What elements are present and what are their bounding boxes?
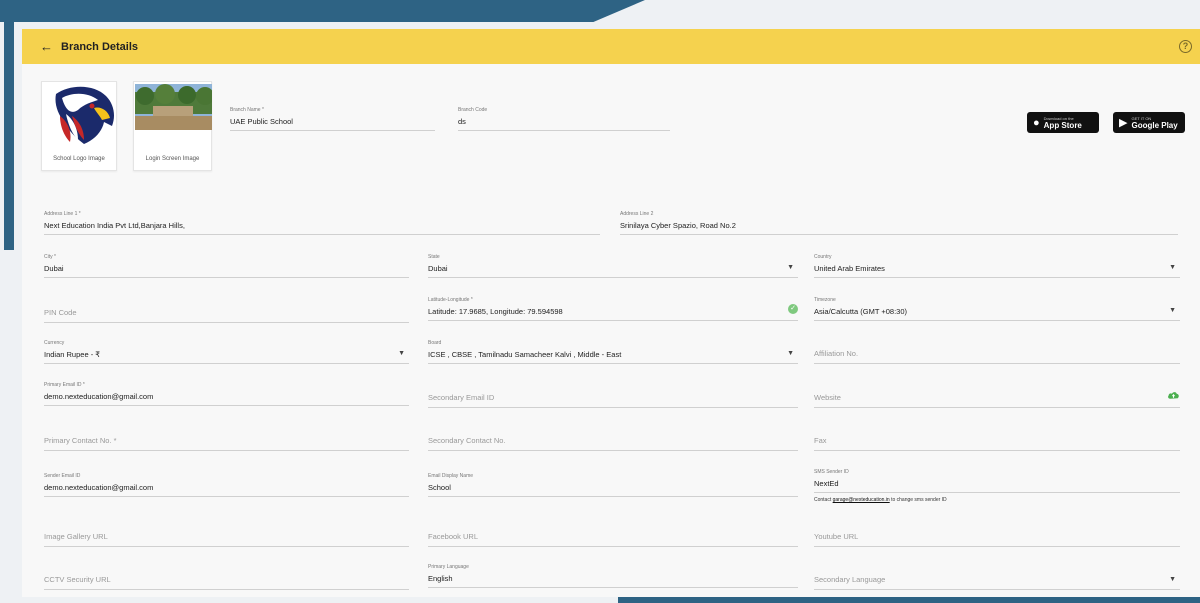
app-store-button[interactable]: ● Download on the App Store: [1027, 112, 1099, 133]
primary-contact-field[interactable]: Primary Contact No. *: [44, 427, 409, 451]
dropdown-arrow-icon: ▼: [787, 350, 794, 357]
branch-code-field[interactable]: Branch Code ds: [458, 107, 670, 131]
lat-long-field[interactable]: Latitude-Longitude * Latitude: 17.9685, …: [428, 297, 798, 321]
apple-icon: ●: [1033, 116, 1040, 129]
country-select[interactable]: Country United Arab Emirates ▼: [814, 254, 1180, 278]
branch-name-field[interactable]: Branch Name * UAE Public School: [230, 107, 435, 131]
dropdown-arrow-icon: ▼: [1169, 264, 1176, 271]
branch-details-panel: ← Branch Details ? School Logo Image Log…: [22, 29, 1200, 597]
fax-field[interactable]: Fax: [814, 427, 1180, 451]
decorative-frame-left: [4, 0, 14, 250]
arrow-left-icon[interactable]: ←: [40, 39, 53, 54]
sender-email-field[interactable]: Sender Email ID demo.nexteducation@gmail…: [44, 473, 409, 497]
school-logo-card[interactable]: School Logo Image: [41, 81, 117, 171]
email-display-name-field[interactable]: Email Display Name School: [428, 473, 798, 497]
dropdown-arrow-icon: ▼: [1169, 307, 1176, 314]
eagle-logo-image: [55, 86, 114, 144]
decorative-frame-top: [0, 0, 645, 22]
youtube-url-field[interactable]: Youtube URL: [814, 523, 1180, 547]
cloud-upload-icon[interactable]: [1167, 390, 1180, 400]
secondary-language-select[interactable]: Secondary Language ▼: [814, 566, 1180, 590]
sms-sender-hint: Contact garage@nexteducation.in to chang…: [814, 497, 947, 503]
dropdown-arrow-icon: ▼: [398, 350, 405, 357]
primary-email-field[interactable]: Primary Email ID * demo.nexteducation@gm…: [44, 382, 409, 406]
affiliation-no-field[interactable]: Affiliation No.: [814, 340, 1180, 364]
primary-language-field[interactable]: Primary Language English: [428, 564, 798, 588]
dropdown-arrow-icon: ▼: [1169, 576, 1176, 583]
address-line-2-field[interactable]: Address Line 2 Srinilaya Cyber Spazio, R…: [620, 211, 1178, 235]
page-title: Branch Details: [61, 40, 139, 53]
school-logo-caption: School Logo Image: [53, 156, 105, 162]
website-field[interactable]: Website: [814, 384, 1180, 408]
pin-code-field[interactable]: PIN Code: [44, 299, 409, 323]
location-pin-icon[interactable]: ✓: [788, 304, 798, 314]
city-field[interactable]: City * Dubai: [44, 254, 409, 278]
cctv-url-field[interactable]: CCTV Security URL: [44, 566, 409, 590]
page-header: ← Branch Details ?: [22, 29, 1200, 64]
decorative-frame-bottom: [618, 597, 1200, 603]
dropdown-arrow-icon: ▼: [787, 264, 794, 271]
support-email-link[interactable]: garage@nexteducation.in: [833, 497, 890, 503]
login-screen-card[interactable]: Login Screen Image: [133, 81, 212, 171]
help-circle-icon[interactable]: ?: [1179, 40, 1192, 53]
play-icon: ▶: [1119, 117, 1128, 129]
address-line-1-field[interactable]: Address Line 1 * Next Education India Pv…: [44, 211, 600, 235]
secondary-email-field[interactable]: Secondary Email ID: [428, 384, 798, 408]
board-select[interactable]: Board ICSE , CBSE , Tamilnadu Samacheer …: [428, 340, 798, 364]
branch-code-value: ds: [458, 117, 466, 126]
login-screen-caption: Login Screen Image: [145, 156, 200, 162]
image-gallery-url-field[interactable]: Image Gallery URL: [44, 523, 409, 547]
google-play-button[interactable]: ▶ GET IT ON Google Play: [1113, 112, 1185, 133]
branch-name-value: UAE Public School: [230, 117, 293, 126]
facebook-url-field[interactable]: Facebook URL: [428, 523, 798, 547]
secondary-contact-field[interactable]: Secondary Contact No.: [428, 427, 798, 451]
currency-select[interactable]: Currency Indian Rupee - ₹ ▼: [44, 340, 409, 364]
school-building-image: [135, 84, 212, 130]
sms-sender-id-field[interactable]: SMS Sender ID NextEd: [814, 469, 1180, 493]
timezone-select[interactable]: Timezone Asia/Calcutta (GMT +08:30) ▼: [814, 297, 1180, 321]
state-select[interactable]: State Dubai ▼: [428, 254, 798, 278]
